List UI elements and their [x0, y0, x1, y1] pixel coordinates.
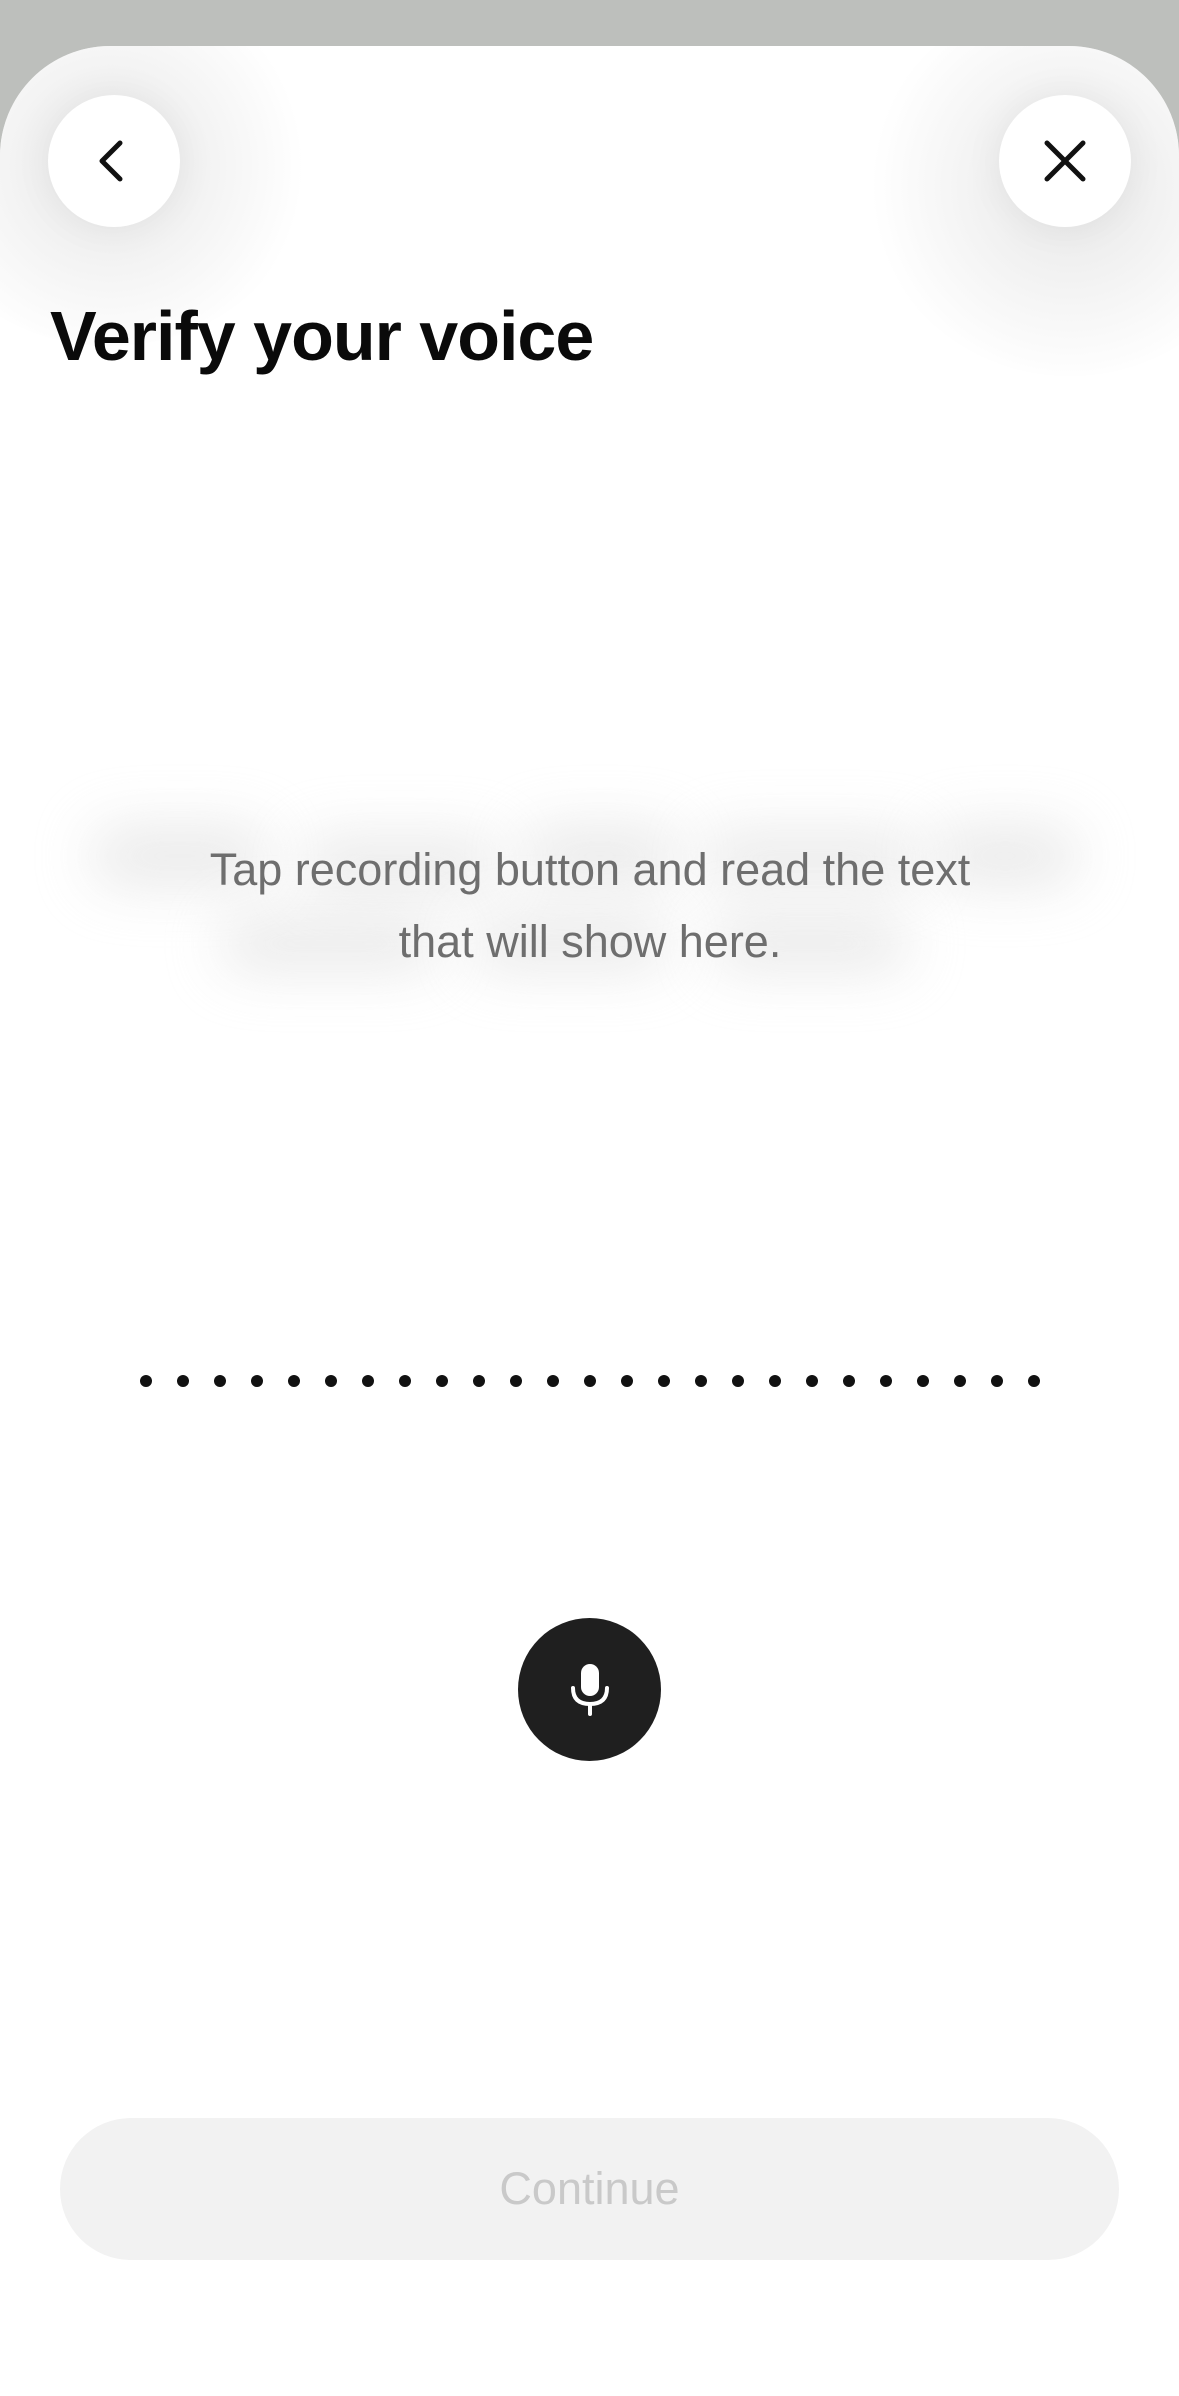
close-button[interactable] — [999, 95, 1131, 227]
waveform-dot — [473, 1375, 485, 1387]
waveform-dot — [621, 1375, 633, 1387]
waveform-dot — [954, 1375, 966, 1387]
waveform-dot — [732, 1375, 744, 1387]
waveform-dot — [399, 1375, 411, 1387]
record-button[interactable] — [518, 1618, 661, 1761]
page-title: Verify your voice — [50, 297, 594, 375]
back-button[interactable] — [48, 95, 180, 227]
waveform-dot — [325, 1375, 337, 1387]
waveform-dot — [806, 1375, 818, 1387]
waveform-dot — [288, 1375, 300, 1387]
waveform-dot — [843, 1375, 855, 1387]
waveform-dot — [436, 1375, 448, 1387]
instructions-line-1: Tap recording button and read the text — [209, 844, 971, 895]
waveform-dot — [1028, 1375, 1040, 1387]
chevron-left-icon — [99, 140, 123, 182]
waveform-dot — [140, 1375, 152, 1387]
waveform-dot — [880, 1375, 892, 1387]
waveform-dot — [584, 1375, 596, 1387]
close-icon — [1044, 140, 1086, 182]
waveform-dot — [991, 1375, 1003, 1387]
recording-instructions: Tap recording button and read the text t… — [90, 834, 1090, 978]
microphone-icon — [570, 1663, 609, 1716]
modal-sheet: Verify your voice Tap recording button a… — [0, 46, 1179, 2396]
waveform-dot — [251, 1375, 263, 1387]
waveform-dot — [362, 1375, 374, 1387]
continue-button[interactable]: Continue — [60, 2118, 1119, 2260]
waveform-dot — [695, 1375, 707, 1387]
waveform-dots — [140, 1366, 1040, 1396]
waveform-dot — [547, 1375, 559, 1387]
waveform-dot — [214, 1375, 226, 1387]
waveform-dot — [510, 1375, 522, 1387]
instructions-line-2: that will show here. — [398, 916, 782, 967]
waveform-dot — [769, 1375, 781, 1387]
waveform-dot — [177, 1375, 189, 1387]
waveform-dot — [658, 1375, 670, 1387]
waveform-dot — [917, 1375, 929, 1387]
